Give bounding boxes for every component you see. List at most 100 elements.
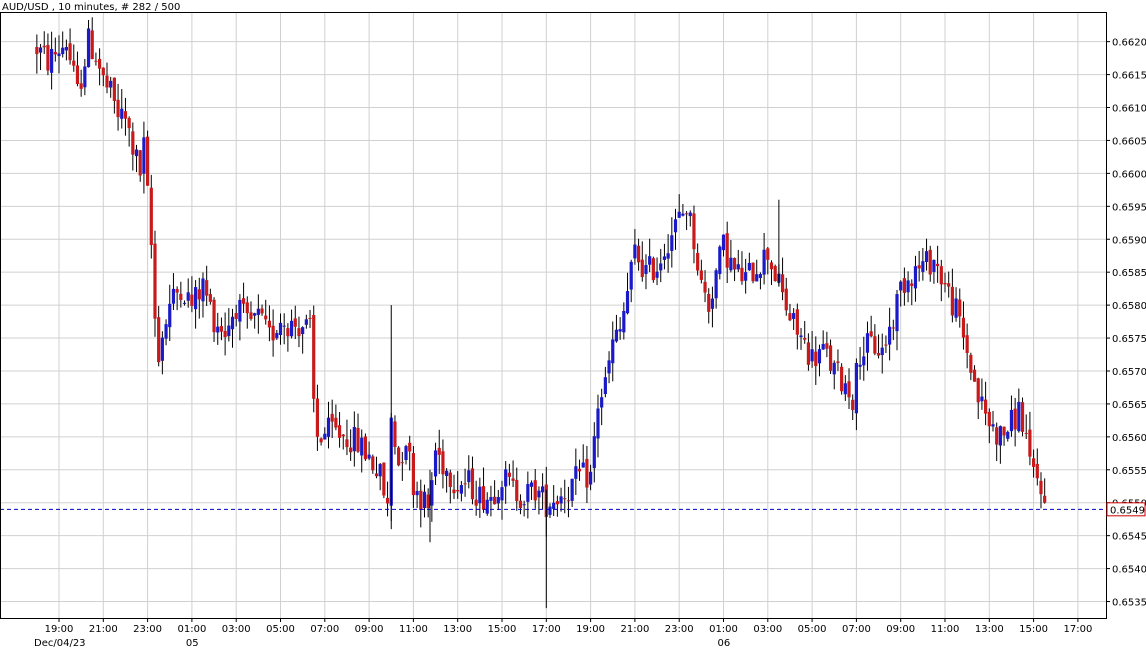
candle-body-up (721, 234, 726, 251)
candle-body-up (304, 319, 308, 325)
candle-body-down (976, 378, 980, 403)
candle-body-down (312, 315, 316, 399)
candle-body-up (980, 396, 984, 402)
candle-body-up (880, 347, 884, 356)
candle-body-down (371, 456, 375, 471)
candle-body-up (142, 137, 146, 174)
candle-body-down (692, 213, 696, 250)
date-label: 05 (186, 638, 199, 649)
candle-body-down (984, 399, 988, 414)
candle-body-down (448, 472, 452, 487)
candle-body-up (714, 270, 718, 299)
candle-body-down (936, 263, 940, 267)
candle-body-down (1035, 463, 1039, 479)
candle-body-up (832, 362, 836, 375)
y-tick-label: 0.6570 (1112, 367, 1146, 378)
candle-body-up (1009, 409, 1014, 432)
candle-body-down (419, 490, 423, 511)
candle-body-down (847, 381, 851, 398)
candle-body-down (902, 278, 906, 293)
candle (146, 130, 150, 186)
candle-body-down (264, 315, 268, 320)
candle-body-down (884, 344, 888, 346)
x-tick-label: 21:00 (89, 624, 118, 635)
candle-body-up (238, 299, 242, 322)
candle-body-down (943, 282, 947, 285)
candle-body-down (330, 413, 334, 422)
candle-body-up (611, 339, 615, 364)
candle-body-down (297, 328, 301, 337)
candle-body-up (537, 490, 541, 498)
chart-background (0, 0, 1146, 651)
candle-body-up (596, 408, 600, 439)
x-tick-label: 01:00 (709, 624, 738, 635)
candle-body-down (98, 58, 102, 69)
candle-body-down (157, 317, 161, 363)
candle-body-up (655, 271, 659, 278)
candle-body-up (552, 502, 556, 509)
candle-body-up (648, 256, 652, 265)
candle-body-up (899, 281, 903, 291)
candle-body-down (696, 252, 700, 271)
candle-body-up (496, 497, 500, 504)
candle-body-up (109, 80, 113, 88)
candle-body-down (725, 233, 729, 268)
x-tick-label: 15:00 (488, 624, 517, 635)
candle-body-down (869, 331, 873, 337)
candle-body-down (241, 298, 246, 304)
candle-body-down (356, 427, 360, 452)
y-tick-label: 0.6555 (1112, 466, 1146, 477)
candle-body-down (1032, 458, 1036, 467)
candle-body-down (836, 361, 840, 363)
x-tick-label: 11:00 (399, 624, 428, 635)
candle-body-down (1028, 429, 1032, 457)
candle-body-up (589, 471, 593, 485)
candle-body-down (795, 309, 799, 335)
candle-body-up (607, 360, 611, 374)
candle-body-up (662, 256, 667, 260)
candle-body-down (995, 427, 999, 445)
candle-body-down (153, 243, 157, 319)
candle-body-down (950, 286, 954, 316)
candle-body-up (858, 364, 862, 367)
candle-body-down (411, 453, 415, 496)
candle-body-up (895, 294, 899, 332)
candle-body-up (323, 433, 327, 440)
candle-body-up (659, 263, 663, 271)
candle-body-down (555, 501, 559, 505)
x-tick-label: 07:00 (310, 624, 339, 635)
y-tick-label: 0.6610 (1112, 104, 1146, 115)
candle-body-down (286, 328, 290, 337)
candle (773, 264, 777, 282)
candle-body-up (574, 466, 578, 479)
candle-body-up (559, 496, 563, 504)
y-tick-label: 0.6580 (1112, 301, 1146, 312)
candle-body-up (467, 470, 471, 483)
candle-body-up (275, 333, 279, 339)
candle-body-down (740, 267, 744, 282)
candle-body-up (301, 327, 305, 335)
candle-body-down (958, 299, 962, 317)
candle-body-up (120, 108, 124, 119)
candle-body-down (969, 354, 973, 373)
candle-body-down (219, 326, 224, 332)
candle (751, 262, 755, 284)
candle-body-down (452, 489, 456, 494)
candle-body-down (873, 336, 877, 354)
candle-body-up (633, 244, 637, 259)
candle-body-down (116, 99, 120, 118)
candle-body-down (707, 293, 711, 312)
candle-body-down (441, 451, 445, 475)
x-tick-label: 05:00 (798, 624, 827, 635)
candle-body-up (230, 316, 235, 330)
candle-body-up (378, 464, 382, 477)
candle-body-up (799, 335, 803, 338)
candle-body-down (773, 266, 777, 282)
x-tick-label: 19:00 (576, 624, 605, 635)
candle-body-up (57, 53, 61, 57)
candle-body-down (341, 434, 345, 437)
candle-body-down (308, 317, 312, 319)
x-tick-label: 23:00 (665, 624, 694, 635)
candle-body-up (854, 362, 858, 414)
candle-body-down (917, 265, 921, 269)
